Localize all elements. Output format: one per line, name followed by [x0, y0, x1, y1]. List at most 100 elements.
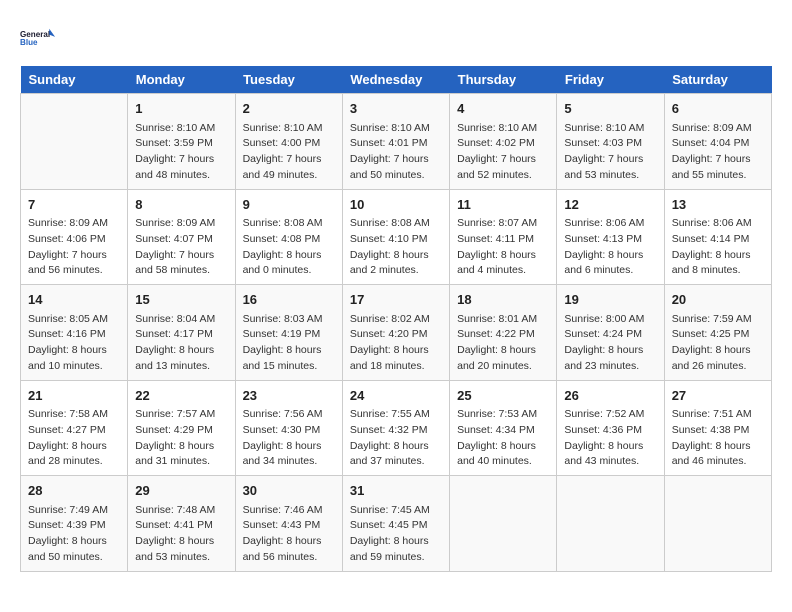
- week-row-1: 1Sunrise: 8:10 AMSunset: 3:59 PMDaylight…: [21, 94, 772, 190]
- weekday-friday: Friday: [557, 66, 664, 94]
- calendar-cell: 28Sunrise: 7:49 AMSunset: 4:39 PMDayligh…: [21, 476, 128, 572]
- cell-content: Sunrise: 8:07 AMSunset: 4:11 PMDaylight:…: [457, 216, 549, 279]
- cell-content: Sunrise: 8:01 AMSunset: 4:22 PMDaylight:…: [457, 312, 549, 375]
- cell-content: Sunrise: 8:10 AMSunset: 4:02 PMDaylight:…: [457, 121, 549, 184]
- logo-icon: GeneralBlue: [20, 20, 56, 56]
- svg-text:General: General: [20, 30, 50, 39]
- calendar-cell: 8Sunrise: 8:09 AMSunset: 4:07 PMDaylight…: [128, 189, 235, 285]
- day-number: 13: [672, 195, 764, 215]
- week-row-3: 14Sunrise: 8:05 AMSunset: 4:16 PMDayligh…: [21, 285, 772, 381]
- cell-content: Sunrise: 7:59 AMSunset: 4:25 PMDaylight:…: [672, 312, 764, 375]
- calendar-cell: 13Sunrise: 8:06 AMSunset: 4:14 PMDayligh…: [664, 189, 771, 285]
- day-number: 22: [135, 386, 227, 406]
- day-number: 20: [672, 290, 764, 310]
- calendar-cell: 7Sunrise: 8:09 AMSunset: 4:06 PMDaylight…: [21, 189, 128, 285]
- day-number: 7: [28, 195, 120, 215]
- cell-content: Sunrise: 8:09 AMSunset: 4:04 PMDaylight:…: [672, 121, 764, 184]
- weekday-header-row: SundayMondayTuesdayWednesdayThursdayFrid…: [21, 66, 772, 94]
- day-number: 6: [672, 99, 764, 119]
- calendar-cell: 6Sunrise: 8:09 AMSunset: 4:04 PMDaylight…: [664, 94, 771, 190]
- cell-content: Sunrise: 7:52 AMSunset: 4:36 PMDaylight:…: [564, 407, 656, 470]
- cell-content: Sunrise: 7:57 AMSunset: 4:29 PMDaylight:…: [135, 407, 227, 470]
- calendar-cell: 9Sunrise: 8:08 AMSunset: 4:08 PMDaylight…: [235, 189, 342, 285]
- cell-content: Sunrise: 7:53 AMSunset: 4:34 PMDaylight:…: [457, 407, 549, 470]
- week-row-4: 21Sunrise: 7:58 AMSunset: 4:27 PMDayligh…: [21, 380, 772, 476]
- day-number: 29: [135, 481, 227, 501]
- day-number: 19: [564, 290, 656, 310]
- cell-content: Sunrise: 8:06 AMSunset: 4:14 PMDaylight:…: [672, 216, 764, 279]
- day-number: 14: [28, 290, 120, 310]
- cell-content: Sunrise: 8:03 AMSunset: 4:19 PMDaylight:…: [243, 312, 335, 375]
- weekday-sunday: Sunday: [21, 66, 128, 94]
- cell-content: Sunrise: 7:46 AMSunset: 4:43 PMDaylight:…: [243, 503, 335, 566]
- weekday-saturday: Saturday: [664, 66, 771, 94]
- calendar-cell: 3Sunrise: 8:10 AMSunset: 4:01 PMDaylight…: [342, 94, 449, 190]
- logo: GeneralBlue: [20, 20, 56, 56]
- day-number: 17: [350, 290, 442, 310]
- calendar-cell: 24Sunrise: 7:55 AMSunset: 4:32 PMDayligh…: [342, 380, 449, 476]
- day-number: 4: [457, 99, 549, 119]
- day-number: 24: [350, 386, 442, 406]
- cell-content: Sunrise: 8:10 AMSunset: 4:01 PMDaylight:…: [350, 121, 442, 184]
- cell-content: Sunrise: 8:10 AMSunset: 4:03 PMDaylight:…: [564, 121, 656, 184]
- calendar-cell: 22Sunrise: 7:57 AMSunset: 4:29 PMDayligh…: [128, 380, 235, 476]
- calendar-cell: 10Sunrise: 8:08 AMSunset: 4:10 PMDayligh…: [342, 189, 449, 285]
- weekday-tuesday: Tuesday: [235, 66, 342, 94]
- day-number: 1: [135, 99, 227, 119]
- day-number: 12: [564, 195, 656, 215]
- calendar-cell: 16Sunrise: 8:03 AMSunset: 4:19 PMDayligh…: [235, 285, 342, 381]
- cell-content: Sunrise: 7:56 AMSunset: 4:30 PMDaylight:…: [243, 407, 335, 470]
- cell-content: Sunrise: 7:49 AMSunset: 4:39 PMDaylight:…: [28, 503, 120, 566]
- calendar-cell: [557, 476, 664, 572]
- cell-content: Sunrise: 8:08 AMSunset: 4:08 PMDaylight:…: [243, 216, 335, 279]
- page-header: GeneralBlue: [20, 20, 772, 56]
- cell-content: Sunrise: 7:48 AMSunset: 4:41 PMDaylight:…: [135, 503, 227, 566]
- day-number: 2: [243, 99, 335, 119]
- cell-content: Sunrise: 8:04 AMSunset: 4:17 PMDaylight:…: [135, 312, 227, 375]
- cell-content: Sunrise: 8:08 AMSunset: 4:10 PMDaylight:…: [350, 216, 442, 279]
- cell-content: Sunrise: 8:05 AMSunset: 4:16 PMDaylight:…: [28, 312, 120, 375]
- calendar-cell: 31Sunrise: 7:45 AMSunset: 4:45 PMDayligh…: [342, 476, 449, 572]
- calendar-cell: 11Sunrise: 8:07 AMSunset: 4:11 PMDayligh…: [450, 189, 557, 285]
- calendar-cell: 4Sunrise: 8:10 AMSunset: 4:02 PMDaylight…: [450, 94, 557, 190]
- day-number: 8: [135, 195, 227, 215]
- cell-content: Sunrise: 8:10 AMSunset: 4:00 PMDaylight:…: [243, 121, 335, 184]
- day-number: 3: [350, 99, 442, 119]
- calendar-cell: [21, 94, 128, 190]
- calendar-cell: 2Sunrise: 8:10 AMSunset: 4:00 PMDaylight…: [235, 94, 342, 190]
- calendar-cell: 23Sunrise: 7:56 AMSunset: 4:30 PMDayligh…: [235, 380, 342, 476]
- calendar-table: SundayMondayTuesdayWednesdayThursdayFrid…: [20, 66, 772, 572]
- calendar-cell: 21Sunrise: 7:58 AMSunset: 4:27 PMDayligh…: [21, 380, 128, 476]
- week-row-5: 28Sunrise: 7:49 AMSunset: 4:39 PMDayligh…: [21, 476, 772, 572]
- day-number: 27: [672, 386, 764, 406]
- day-number: 9: [243, 195, 335, 215]
- day-number: 11: [457, 195, 549, 215]
- weekday-thursday: Thursday: [450, 66, 557, 94]
- calendar-cell: 5Sunrise: 8:10 AMSunset: 4:03 PMDaylight…: [557, 94, 664, 190]
- calendar-cell: 29Sunrise: 7:48 AMSunset: 4:41 PMDayligh…: [128, 476, 235, 572]
- cell-content: Sunrise: 8:09 AMSunset: 4:07 PMDaylight:…: [135, 216, 227, 279]
- day-number: 25: [457, 386, 549, 406]
- cell-content: Sunrise: 8:00 AMSunset: 4:24 PMDaylight:…: [564, 312, 656, 375]
- day-number: 21: [28, 386, 120, 406]
- day-number: 5: [564, 99, 656, 119]
- calendar-cell: 18Sunrise: 8:01 AMSunset: 4:22 PMDayligh…: [450, 285, 557, 381]
- day-number: 28: [28, 481, 120, 501]
- calendar-cell: 15Sunrise: 8:04 AMSunset: 4:17 PMDayligh…: [128, 285, 235, 381]
- day-number: 18: [457, 290, 549, 310]
- day-number: 31: [350, 481, 442, 501]
- calendar-cell: 17Sunrise: 8:02 AMSunset: 4:20 PMDayligh…: [342, 285, 449, 381]
- calendar-cell: 1Sunrise: 8:10 AMSunset: 3:59 PMDaylight…: [128, 94, 235, 190]
- day-number: 16: [243, 290, 335, 310]
- day-number: 26: [564, 386, 656, 406]
- weekday-wednesday: Wednesday: [342, 66, 449, 94]
- calendar-cell: 27Sunrise: 7:51 AMSunset: 4:38 PMDayligh…: [664, 380, 771, 476]
- cell-content: Sunrise: 8:06 AMSunset: 4:13 PMDaylight:…: [564, 216, 656, 279]
- calendar-cell: 19Sunrise: 8:00 AMSunset: 4:24 PMDayligh…: [557, 285, 664, 381]
- weekday-monday: Monday: [128, 66, 235, 94]
- day-number: 15: [135, 290, 227, 310]
- calendar-cell: [450, 476, 557, 572]
- calendar-cell: 14Sunrise: 8:05 AMSunset: 4:16 PMDayligh…: [21, 285, 128, 381]
- svg-text:Blue: Blue: [20, 38, 38, 47]
- day-number: 23: [243, 386, 335, 406]
